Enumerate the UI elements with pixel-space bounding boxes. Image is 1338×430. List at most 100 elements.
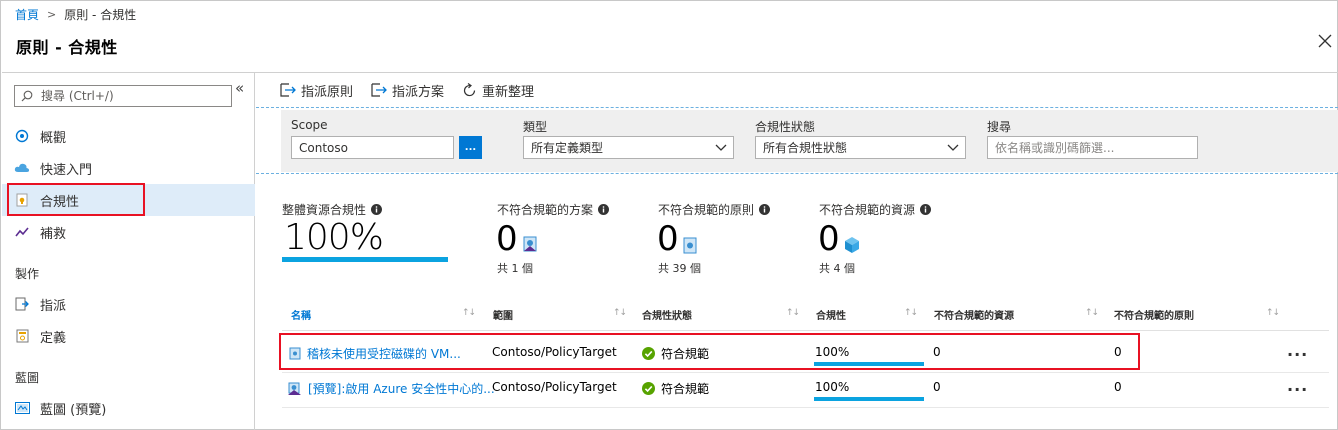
- row-divider: [282, 372, 1329, 373]
- policy-icon: [289, 347, 301, 360]
- filter-panel: Scope Contoso ... 類型 所有定義類型 合規性狀態 所有合規性狀…: [281, 110, 1338, 172]
- compliance-icon: [14, 192, 30, 208]
- info-icon[interactable]: [920, 204, 932, 215]
- sidebar-search-input[interactable]: [41, 89, 221, 103]
- sidebar-item-label: 定義: [40, 330, 67, 346]
- sidebar-search[interactable]: [14, 85, 232, 107]
- noncompliant-policies-value: 0: [657, 219, 679, 259]
- search-label: 搜尋: [987, 120, 1012, 134]
- assign-initiative-label: 指派方案: [392, 84, 445, 100]
- column-header-noncompliant-policies[interactable]: 不符合規範的原則: [1114, 307, 1194, 322]
- initiative-icon: [288, 382, 301, 395]
- refresh-button[interactable]: 重新整理: [462, 81, 534, 100]
- sidebar: « 概觀 快速入門 合規性: [2, 73, 255, 430]
- row-more-button[interactable]: ...: [1287, 341, 1308, 360]
- noncompliant-policies-count: 0: [657, 219, 698, 259]
- assign-initiative-button[interactable]: 指派方案: [371, 81, 444, 100]
- row-noncompliant-policies: 0: [1114, 380, 1122, 394]
- filter-search-input[interactable]: 依名稱或識別碼篩選...: [987, 136, 1198, 159]
- info-icon[interactable]: [759, 204, 771, 215]
- overall-compliance-text: 整體資源合規性: [282, 203, 367, 217]
- sidebar-item-remediation[interactable]: 補救: [2, 216, 255, 248]
- assign-policy-button[interactable]: 指派原則: [280, 81, 353, 100]
- breadcrumb: 首頁 > 原則 - 合規性: [15, 6, 136, 22]
- refresh-icon: [464, 82, 476, 96]
- row-compliance-bar: [814, 362, 924, 366]
- type-dropdown[interactable]: 所有定義類型: [523, 136, 734, 159]
- column-header-noncompliant-resources[interactable]: 不符合規範的資源: [934, 307, 1014, 322]
- check-circle-icon: [642, 347, 655, 360]
- state-dropdown[interactable]: 所有合規性狀態: [755, 136, 966, 159]
- row-name-link[interactable]: 稽核未使用受控磁碟的 VM...: [289, 345, 461, 362]
- state-label: 合規性狀態: [755, 120, 816, 134]
- sidebar-item-label: 快速入門: [40, 162, 93, 178]
- sidebar-item-label: 概觀: [40, 130, 67, 146]
- cloud-icon: [14, 160, 30, 176]
- noncompliant-resources-label: 不符合規範的資源: [819, 201, 932, 218]
- page-title: 原則 - 合規性: [16, 38, 118, 57]
- row-compliance: 100%: [815, 345, 850, 359]
- check-circle-icon: [642, 382, 655, 395]
- info-icon[interactable]: [371, 204, 383, 215]
- sort-icon[interactable]: ↑↓: [1266, 308, 1280, 318]
- noncompliant-initiatives-label: 不符合規範的方案: [497, 201, 610, 218]
- sidebar-item-overview[interactable]: 概觀: [2, 120, 255, 152]
- noncompliant-initiatives-total: 共 1 個: [497, 262, 533, 275]
- sidebar-item-definitions[interactable]: 定義: [2, 320, 255, 352]
- collapse-sidebar-icon[interactable]: «: [235, 79, 244, 97]
- policy-icon: [683, 237, 697, 254]
- row-noncompliant-resources: 0: [933, 380, 941, 394]
- noncompliant-initiatives-value: 0: [496, 219, 518, 259]
- row-state-text: 符合規範: [661, 382, 710, 396]
- breadcrumb-home-link[interactable]: 首頁: [15, 6, 39, 23]
- noncompliant-resources-total: 共 4 個: [819, 262, 855, 275]
- scope-browse-button[interactable]: ...: [459, 136, 482, 159]
- sidebar-item-label: 指派: [40, 298, 67, 314]
- sidebar-item-blueprints[interactable]: 藍圖 (預覽): [2, 392, 255, 424]
- breadcrumb-current: 原則 - 合規性: [64, 7, 137, 22]
- row-divider: [282, 407, 1329, 408]
- overall-compliance-bar: [282, 257, 448, 262]
- noncompliant-policies-label: 不符合規範的原則: [658, 201, 771, 218]
- noncompliant-policies-total: 共 39 個: [658, 262, 701, 275]
- overall-compliance-value: 100%: [284, 217, 384, 258]
- column-header-state[interactable]: 合規性狀態: [642, 307, 692, 322]
- row-compliance: 100%: [815, 380, 850, 394]
- row-name-text: 稽核未使用受控磁碟的 VM...: [307, 347, 461, 361]
- row-name-text: [預覽]:啟用 Azure 安全性中心的...: [308, 382, 495, 396]
- sort-icon[interactable]: ↑↓: [1085, 308, 1099, 318]
- main-content: 指派原則 指派方案 重新整理 Scope Contoso ... 類型 所有定義…: [256, 73, 1338, 430]
- close-icon[interactable]: [1317, 33, 1333, 49]
- column-header-compliance[interactable]: 合規性: [816, 307, 846, 322]
- scope-label: Scope: [291, 118, 328, 132]
- column-header-scope[interactable]: 範圍: [493, 307, 513, 322]
- row-state: 符合規範: [642, 345, 709, 362]
- sidebar-item-compliance[interactable]: 合規性: [2, 184, 255, 216]
- sort-icon[interactable]: ↑↓: [786, 308, 800, 318]
- row-noncompliant-resources: 0: [933, 345, 941, 359]
- type-label: 類型: [523, 120, 548, 134]
- state-dropdown-value: 所有合規性狀態: [763, 141, 848, 155]
- sort-icon[interactable]: ↑↓: [462, 308, 476, 318]
- section-authoring: 製作: [15, 267, 40, 281]
- noncompliant-policies-text: 不符合規範的原則: [658, 203, 755, 217]
- noncompliant-initiatives-text: 不符合規範的方案: [497, 203, 594, 217]
- type-dropdown-value: 所有定義類型: [531, 141, 604, 155]
- row-name-link[interactable]: [預覽]:啟用 Azure 安全性中心的...: [287, 380, 495, 397]
- info-icon[interactable]: [598, 204, 610, 215]
- sort-icon[interactable]: ↑↓: [613, 308, 627, 318]
- scope-field[interactable]: Contoso: [291, 136, 454, 159]
- toolbar: 指派原則 指派方案 重新整理: [256, 73, 1338, 107]
- top-shade: [2, 1, 1338, 9]
- sort-icon[interactable]: ↑↓: [904, 308, 918, 318]
- chevron-down-icon: [715, 144, 727, 151]
- sidebar-item-assignments[interactable]: 指派: [2, 288, 255, 320]
- row-more-button[interactable]: ...: [1287, 376, 1308, 395]
- column-header-name[interactable]: 名稱: [291, 307, 311, 322]
- overview-icon: [14, 128, 30, 144]
- resource-cube-icon: [844, 237, 859, 253]
- sidebar-item-quickstart[interactable]: 快速入門: [2, 152, 255, 184]
- assign-icon: [14, 296, 30, 312]
- initiative-icon: [523, 236, 537, 252]
- row-scope: Contoso/PolicyTarget: [492, 380, 617, 394]
